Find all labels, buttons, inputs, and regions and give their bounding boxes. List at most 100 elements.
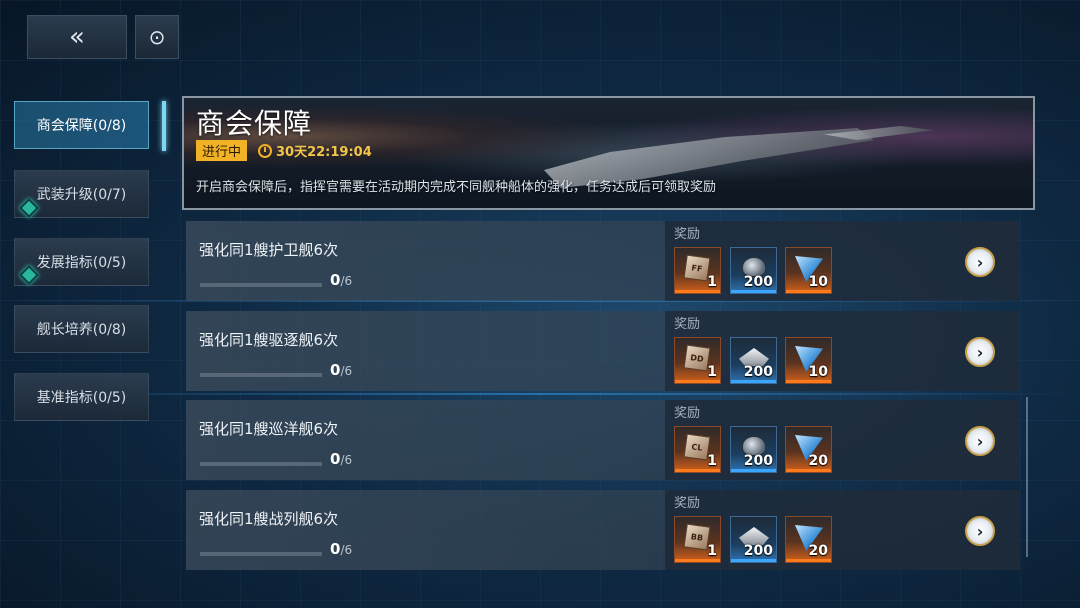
chevron-right-icon: ›	[976, 521, 984, 541]
sidebar-item-label: 武装升级(0/7)	[36, 187, 127, 203]
scrollbar[interactable]	[1026, 397, 1028, 557]
reward-count: 10	[808, 364, 828, 380]
task-row: 强化同1艘巡洋舰6次 0/6 奖励 CL 1 200 20 ›	[186, 400, 1020, 480]
task-title: 强化同1艘驱逐舰6次	[199, 331, 339, 349]
task-title: 强化同1艘护卫舰6次	[199, 241, 339, 259]
rarity-line	[675, 380, 720, 383]
reward-count: 10	[808, 274, 828, 290]
reward-count: 20	[808, 543, 828, 559]
progress-count: 0/6	[330, 450, 352, 468]
rarity-line	[731, 559, 776, 562]
chevron-right-icon: ›	[976, 252, 984, 272]
reward-count: 20	[808, 453, 828, 469]
task-row: 强化同1艘驱逐舰6次 0/6 奖励 DD 1 200 10 ›	[186, 311, 1020, 391]
reward-panel: 奖励 DD 1 200 10 ›	[665, 311, 1020, 391]
rarity-line	[675, 290, 720, 293]
reward-count: 200	[743, 453, 773, 469]
sidebar-item-label: 商会保障(0/8)	[36, 118, 127, 134]
rarity-line	[786, 380, 831, 383]
timer-icon	[258, 143, 272, 158]
rarity-line	[786, 290, 831, 293]
progress-total: /6	[340, 364, 353, 378]
reward-item[interactable]: 200	[730, 337, 777, 384]
rarity-line	[731, 380, 776, 383]
background-glow-line	[0, 393, 1080, 395]
refresh-button[interactable]: ⊙	[135, 15, 179, 59]
progress-current: 0	[330, 450, 341, 468]
reward-label: 奖励	[674, 406, 701, 421]
progress-total: /6	[340, 543, 353, 557]
progress-bar	[200, 462, 322, 466]
event-description: 开启商会保障后，指挥官需要在活动期内完成不同舰种船体的强化，任务达成后可领取奖励	[196, 180, 717, 195]
reward-label: 奖励	[674, 317, 701, 332]
reward-count: 1	[707, 543, 717, 559]
active-indicator	[162, 101, 166, 151]
status-badge: 进行中	[196, 140, 248, 161]
sidebar-item-benchmark-index[interactable]: 基准指标(0/5)	[14, 373, 149, 421]
task-info: 强化同1艘护卫舰6次 0/6	[186, 221, 665, 301]
task-info: 强化同1艘巡洋舰6次 0/6	[186, 400, 665, 480]
reward-panel: 奖励 BB 1 200 20 ›	[665, 490, 1020, 570]
rarity-line	[731, 290, 776, 293]
reward-item[interactable]: 20	[785, 426, 832, 473]
reward-panel: 奖励 FF 1 200 10 ›	[665, 221, 1020, 301]
go-button[interactable]: ›	[965, 337, 995, 367]
reward-label: 奖励	[674, 227, 701, 242]
reward-count: 200	[743, 364, 773, 380]
page-title: 商会保障	[196, 107, 313, 140]
chevron-right-icon: ›	[976, 431, 984, 451]
progress-bar	[200, 373, 322, 377]
reward-count: 1	[707, 364, 717, 380]
rarity-line	[675, 469, 720, 472]
progress-current: 0	[330, 361, 341, 379]
task-info: 强化同1艘驱逐舰6次 0/6	[186, 311, 665, 391]
reward-panel: 奖励 CL 1 200 20 ›	[665, 400, 1020, 480]
reward-item[interactable]: DD 1	[674, 337, 721, 384]
progress-bar	[200, 283, 322, 287]
reward-item[interactable]: 200	[730, 426, 777, 473]
rarity-line	[675, 559, 720, 562]
reward-item[interactable]: 10	[785, 247, 832, 294]
event-banner: 商会保障 进行中 30天22:19:04 开启商会保障后，指挥官需要在活动期内完…	[182, 96, 1035, 210]
countdown-text: 30天22:19:04	[276, 145, 372, 160]
reward-item[interactable]: CL 1	[674, 426, 721, 473]
sidebar-item-captain-training[interactable]: 舰长培养(0/8)	[14, 305, 149, 353]
sidebar-item-label: 舰长培养(0/8)	[36, 322, 127, 338]
reward-item[interactable]: 200	[730, 516, 777, 563]
progress-total: /6	[340, 274, 353, 288]
go-button[interactable]: ›	[965, 426, 995, 456]
task-row: 强化同1艘护卫舰6次 0/6 奖励 FF 1 200 10 ›	[186, 221, 1020, 301]
reward-count: 200	[743, 274, 773, 290]
reward-item[interactable]: BB 1	[674, 516, 721, 563]
progress-current: 0	[330, 271, 341, 289]
task-title: 强化同1艘巡洋舰6次	[199, 420, 339, 438]
go-button[interactable]: ›	[965, 247, 995, 277]
rarity-line	[731, 469, 776, 472]
reward-count: 1	[707, 453, 717, 469]
double-chevron-left-icon: «	[69, 22, 85, 52]
chevron-right-icon: ›	[976, 342, 984, 362]
reward-count: 200	[743, 543, 773, 559]
reward-count: 1	[707, 274, 717, 290]
progress-bar	[200, 552, 322, 556]
progress-count: 0/6	[330, 540, 352, 558]
task-info: 强化同1艘战列舰6次 0/6	[186, 490, 665, 570]
rarity-line	[786, 469, 831, 472]
sidebar-item-label: 基准指标(0/5)	[36, 390, 127, 406]
task-title: 强化同1艘战列舰6次	[199, 510, 339, 528]
progress-count: 0/6	[330, 271, 352, 289]
reward-item[interactable]: FF 1	[674, 247, 721, 294]
refresh-icon: ⊙	[148, 25, 166, 49]
back-button[interactable]: «	[27, 15, 127, 59]
rarity-line	[786, 559, 831, 562]
countdown-timer: 30天22:19:04	[258, 140, 372, 161]
sidebar-item-merchant-guarantee[interactable]: 商会保障(0/8)	[14, 101, 149, 149]
reward-label: 奖励	[674, 496, 701, 511]
reward-item[interactable]: 20	[785, 516, 832, 563]
go-button[interactable]: ›	[965, 516, 995, 546]
progress-total: /6	[340, 453, 353, 467]
sidebar-item-label: 发展指标(0/5)	[36, 255, 127, 271]
progress-count: 0/6	[330, 361, 352, 379]
reward-item[interactable]: 200	[730, 247, 777, 294]
reward-item[interactable]: 10	[785, 337, 832, 384]
